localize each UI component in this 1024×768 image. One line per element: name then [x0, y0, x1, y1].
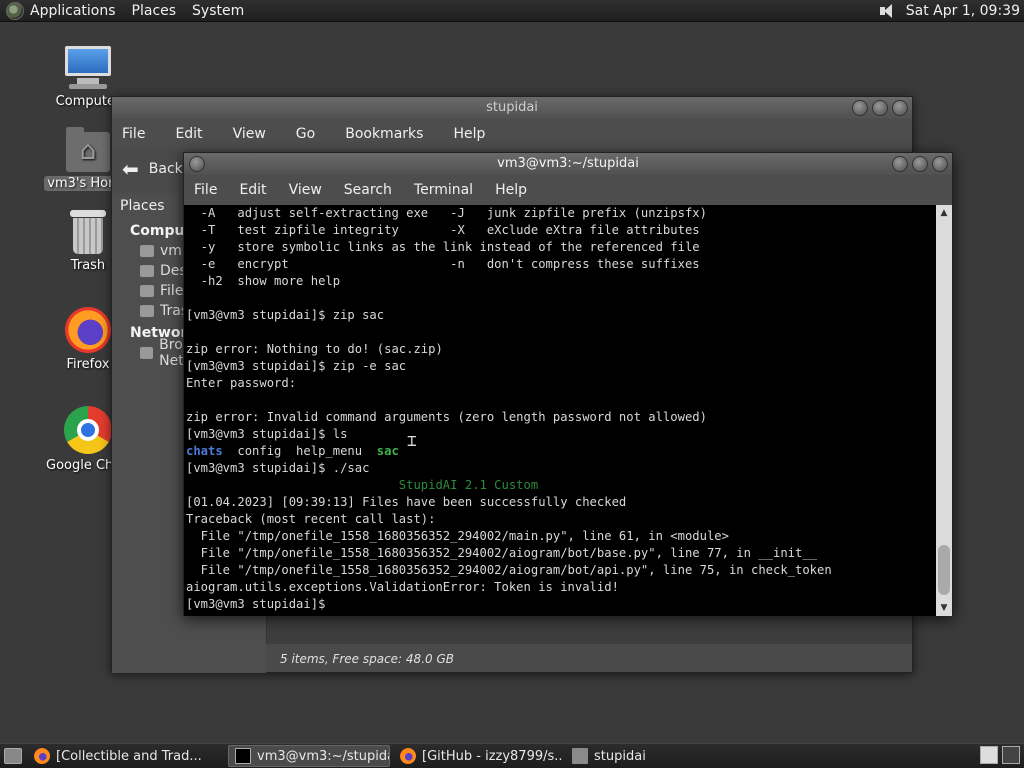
- close-button[interactable]: [892, 100, 908, 116]
- menu-applications[interactable]: Applications: [30, 3, 116, 19]
- status-bar: 5 items, Free space: 48.0 GB: [266, 644, 912, 672]
- menu-search[interactable]: Search: [340, 182, 396, 198]
- window-menu-button[interactable]: [189, 156, 205, 172]
- minimize-button[interactable]: [892, 156, 908, 172]
- terminal-line: Traceback (most recent call last):: [186, 512, 436, 526]
- folder-icon: [572, 748, 588, 764]
- terminal-line: -y store symbolic links as the link inst…: [186, 240, 700, 254]
- window-controls: [888, 156, 948, 172]
- clock[interactable]: Sat Apr 1, 09:39: [906, 3, 1020, 19]
- menu-help[interactable]: Help: [449, 126, 489, 142]
- menu-help[interactable]: Help: [491, 182, 531, 198]
- workspace-switcher: [976, 746, 1020, 764]
- trash-icon: [70, 210, 106, 254]
- top-panel: Applications Places System Sat Apr 1, 09…: [0, 0, 1024, 22]
- menu-bookmarks[interactable]: Bookmarks: [341, 126, 427, 142]
- ls-directory-entry: chats: [186, 444, 223, 458]
- terminal-line: File "/tmp/onefile_1558_1680356352_29400…: [186, 529, 729, 543]
- maximize-button[interactable]: [912, 156, 928, 172]
- text-cursor-icon: ⌶: [407, 431, 417, 450]
- back-button[interactable]: ⬅ Back: [122, 157, 183, 181]
- ls-file-entries: config help_menu: [222, 444, 377, 458]
- drive-icon: [140, 285, 154, 297]
- desktop-icon-label: Firefox: [66, 357, 110, 372]
- back-label: Back: [148, 161, 183, 177]
- home-icon: [140, 245, 154, 257]
- terminal-prompt: [vm3@vm3 stupidai]$: [186, 597, 333, 611]
- task-terminal[interactable]: vm3@vm3:~/stupidai: [228, 745, 390, 767]
- scroll-up-icon[interactable]: ▲: [936, 205, 952, 221]
- workspace-1-icon[interactable]: [980, 746, 998, 764]
- menu-view[interactable]: View: [229, 126, 270, 142]
- ls-output-line: chats config help_menu sac: [186, 443, 936, 460]
- terminal-line: -h2 show more help: [186, 274, 341, 288]
- terminal-line: [vm3@vm3 stupidai]$ ls: [186, 427, 348, 441]
- distro-logo-icon[interactable]: [6, 1, 24, 20]
- terminal-line: -e encrypt -n don't compress these suffi…: [186, 257, 700, 271]
- terminal-window: vm3@vm3:~/stupidai File Edit View Search…: [183, 152, 953, 616]
- app-banner: StupidAI 2.1 Custom: [186, 478, 539, 492]
- close-button[interactable]: [932, 156, 948, 172]
- terminal-line: aiogram.utils.exceptions.ValidationError…: [186, 580, 619, 594]
- task-firefox-collectible[interactable]: [Collectible and Trad...: [28, 745, 224, 767]
- terminal-line: -A adjust self-extracting exe -J junk zi…: [186, 206, 707, 220]
- desktop-icon: [140, 265, 154, 277]
- terminal-output[interactable]: -A adjust self-extracting exe -J junk zi…: [184, 205, 938, 616]
- task-file-manager[interactable]: stupidai: [566, 745, 686, 767]
- terminal-line: -T test zipfile integrity -X eXclude eXt…: [186, 223, 700, 237]
- menu-terminal[interactable]: Terminal: [410, 182, 477, 198]
- terminal-menubar: File Edit View Search Terminal Help: [184, 175, 952, 205]
- back-arrow-icon: ⬅: [122, 157, 139, 181]
- task-firefox-github[interactable]: [GitHub - izzy8799/s...: [394, 745, 562, 767]
- menu-system[interactable]: System: [192, 3, 244, 19]
- firefox-icon: [400, 748, 416, 764]
- terminal-line: File "/tmp/onefile_1558_1680356352_29400…: [186, 563, 832, 577]
- menu-edit[interactable]: Edit: [171, 126, 206, 142]
- terminal-line: [vm3@vm3 stupidai]$ zip sac: [186, 308, 385, 322]
- terminal-line: Enter password:: [186, 376, 297, 390]
- show-desktop-icon[interactable]: [4, 748, 22, 764]
- window-title: vm3@vm3:~/stupidai: [497, 156, 639, 171]
- panel-tray: Sat Apr 1, 09:39: [878, 0, 1020, 22]
- firefox-icon: [65, 307, 111, 353]
- menu-file[interactable]: File: [190, 182, 221, 198]
- terminal-line: File "/tmp/onefile_1558_1680356352_29400…: [186, 546, 818, 560]
- minimize-button[interactable]: [852, 100, 868, 116]
- file-manager-titlebar[interactable]: stupidai: [112, 97, 912, 119]
- network-icon: [140, 347, 154, 359]
- terminal-line: zip error: Nothing to do! (sac.zip): [186, 342, 443, 356]
- menu-places[interactable]: Places: [132, 3, 177, 19]
- window-controls: [848, 100, 908, 116]
- menu-edit[interactable]: Edit: [235, 182, 270, 198]
- scrollbar-thumb[interactable]: [938, 545, 950, 595]
- file-manager-menubar: File Edit View Go Bookmarks Help: [112, 119, 912, 149]
- terminal-line: zip error: Invalid command arguments (ze…: [186, 410, 707, 424]
- terminal-titlebar[interactable]: vm3@vm3:~/stupidai: [184, 153, 952, 175]
- trash-icon: [140, 305, 154, 317]
- ls-executable-entry: sac: [376, 444, 399, 458]
- window-title: stupidai: [486, 100, 538, 115]
- terminal-scrollbar[interactable]: ▲ ▼: [936, 205, 952, 616]
- scroll-down-icon[interactable]: ▼: [936, 600, 952, 616]
- bottom-taskbar: [Collectible and Trad... vm3@vm3:~/stupi…: [0, 743, 1024, 768]
- terminal-line: [01.04.2023] [09:39:13] Files have been …: [186, 495, 627, 509]
- terminal-line: [vm3@vm3 stupidai]$ ./sac: [186, 461, 370, 475]
- workspace-2-icon[interactable]: [1002, 746, 1020, 764]
- computer-icon: [63, 46, 113, 90]
- volume-icon[interactable]: [878, 3, 896, 19]
- menu-go[interactable]: Go: [292, 126, 319, 142]
- menu-file[interactable]: File: [118, 126, 149, 142]
- desktop-icon-label: Trash: [70, 258, 106, 273]
- firefox-icon: [34, 748, 50, 764]
- terminal-icon: [235, 748, 251, 764]
- home-folder-icon: [66, 127, 110, 172]
- chrome-icon: [64, 406, 112, 454]
- menu-view[interactable]: View: [285, 182, 326, 198]
- maximize-button[interactable]: [872, 100, 888, 116]
- terminal-line: [vm3@vm3 stupidai]$ zip -e sac: [186, 359, 407, 373]
